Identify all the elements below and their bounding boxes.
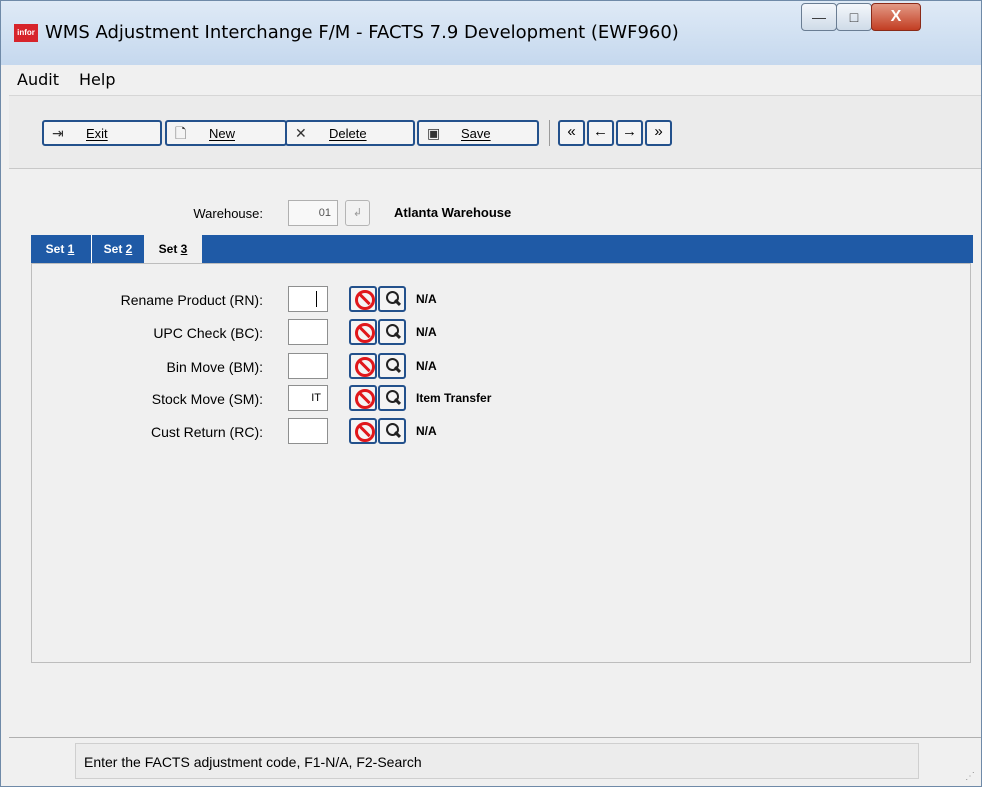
rename-product-input[interactable] [288, 286, 328, 312]
bin-move-desc: N/A [416, 359, 437, 373]
bin-move-na-button[interactable] [349, 353, 377, 379]
cust-return-desc: N/A [416, 424, 437, 438]
cust-return-na-button[interactable] [349, 418, 377, 444]
app-window: infor WMS Adjustment Interchange F/M - F… [0, 0, 982, 787]
tab-set-3[interactable]: Set 3 [144, 235, 202, 263]
bin-move-search-button[interactable] [378, 353, 406, 379]
infor-logo-icon: infor [14, 24, 38, 42]
new-label: New [209, 126, 236, 141]
toolbar: ⇥ Exit 🗋 New ✕ Delete ▣ Save « ← → » [9, 96, 981, 169]
new-button[interactable]: 🗋 New [165, 120, 287, 146]
rename-product-desc: N/A [416, 292, 437, 306]
warehouse-name: Atlanta Warehouse [394, 205, 512, 220]
title-bar: infor WMS Adjustment Interchange F/M - F… [1, 1, 981, 65]
close-button[interactable]: X [871, 3, 921, 31]
upc-check-input[interactable] [288, 319, 328, 345]
minimize-button[interactable]: — [801, 3, 837, 31]
text-caret [316, 291, 317, 307]
rename-product-label: Rename Product (RN): [120, 292, 263, 308]
upc-check-label: UPC Check (BC): [153, 325, 263, 341]
save-label: Save [461, 126, 491, 141]
client-area: Audit Help ⇥ Exit 🗋 New ✕ Delete ▣ Save « ← … [9, 65, 981, 786]
bin-move-label: Bin Move (BM): [166, 359, 263, 375]
main-content: Warehouse: 01 ↲ Atlanta Warehouse Set 1 … [9, 169, 981, 735]
menu-bar: Audit Help [9, 65, 981, 96]
maximize-button[interactable]: □ [836, 3, 872, 31]
exit-label: Exit [86, 126, 108, 141]
resize-grip-icon[interactable]: ⋰ [965, 771, 975, 782]
delete-button[interactable]: ✕ Delete [285, 120, 415, 146]
stock-move-input[interactable]: IT [288, 385, 328, 411]
stock-move-label: Stock Move (SM): [151, 391, 263, 407]
tab-set-1[interactable]: Set 1 [31, 235, 89, 263]
menu-audit[interactable]: Audit [17, 70, 59, 89]
toolbar-separator [549, 120, 550, 146]
cust-return-label: Cust Return (RC): [150, 424, 263, 440]
delete-label: Delete [329, 126, 367, 141]
exit-door-icon: ⇥ [52, 125, 64, 141]
warehouse-label: Warehouse: [193, 206, 263, 221]
stock-move-desc: Item Transfer [416, 391, 492, 405]
tab-bar: Set 1 Set 2 Set 3 [31, 235, 973, 263]
exit-button[interactable]: ⇥ Exit [42, 120, 162, 146]
new-document-icon: 🗋 [175, 125, 187, 141]
tab-set-2[interactable]: Set 2 [91, 235, 144, 263]
rename-product-search-button[interactable] [378, 286, 406, 312]
delete-x-icon: ✕ [295, 125, 307, 141]
cust-return-input[interactable] [288, 418, 328, 444]
bin-move-input[interactable] [288, 353, 328, 379]
upc-check-desc: N/A [416, 325, 437, 339]
upc-check-search-button[interactable] [378, 319, 406, 345]
save-disk-icon: ▣ [427, 125, 441, 141]
upc-check-na-button[interactable] [349, 319, 377, 345]
save-button[interactable]: ▣ Save [417, 120, 539, 146]
warehouse-lookup-button: ↲ [345, 200, 370, 226]
first-record-button[interactable]: « [558, 120, 585, 146]
stock-move-search-button[interactable] [378, 385, 406, 411]
window-title: WMS Adjustment Interchange F/M - FACTS 7… [45, 22, 679, 43]
previous-record-button[interactable]: ← [587, 120, 614, 146]
warehouse-field: 01 [288, 200, 338, 226]
stock-move-na-button[interactable] [349, 385, 377, 411]
set-3-panel [31, 263, 971, 663]
menu-help[interactable]: Help [79, 70, 115, 89]
cust-return-search-button[interactable] [378, 418, 406, 444]
rename-product-na-button[interactable] [349, 286, 377, 312]
status-message: Enter the FACTS adjustment code, F1-N/A,… [75, 743, 919, 779]
next-record-button[interactable]: → [616, 120, 643, 146]
last-record-button[interactable]: » [645, 120, 672, 146]
status-bar: Enter the FACTS adjustment code, F1-N/A,… [9, 737, 981, 786]
